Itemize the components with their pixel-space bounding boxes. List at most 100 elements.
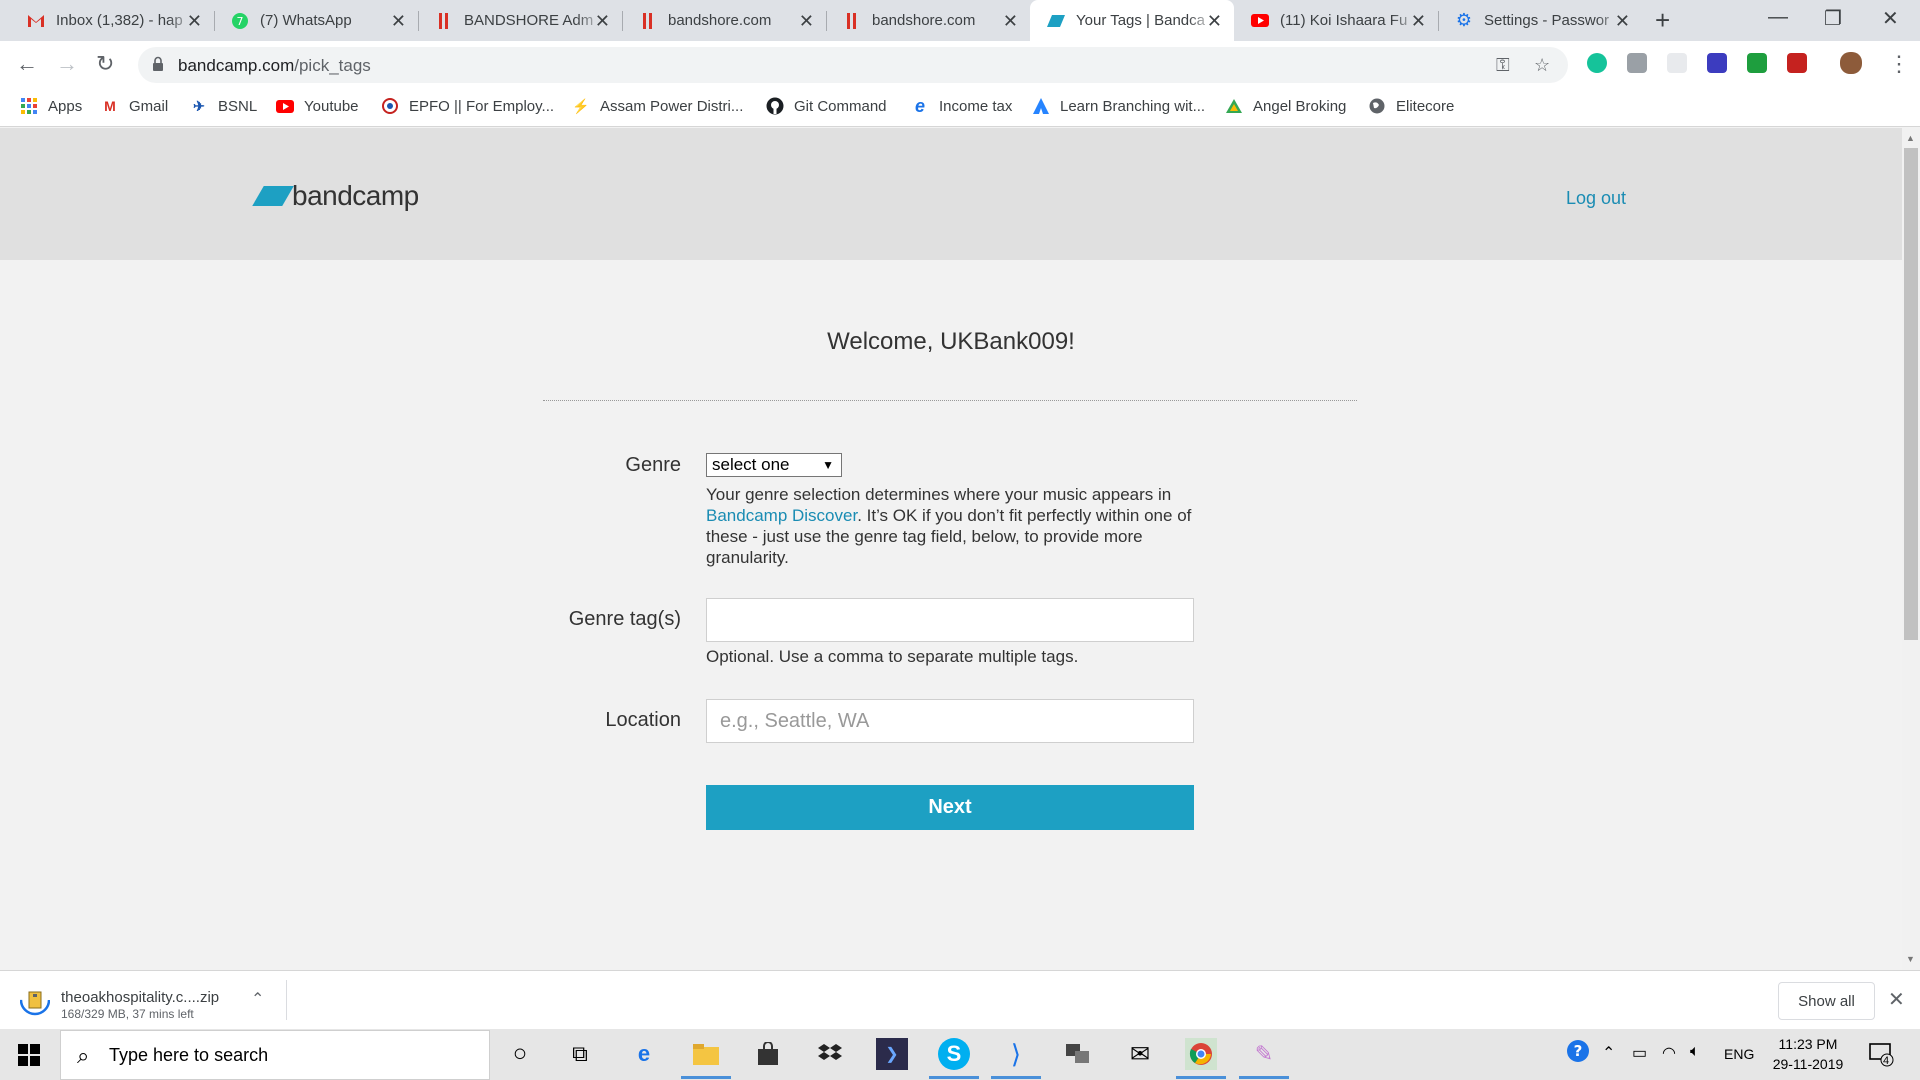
edge-icon[interactable]: e xyxy=(628,1038,660,1070)
clock[interactable]: 11:23 PM 29-11-2019 xyxy=(1768,1034,1848,1074)
show-all-button[interactable]: Show all xyxy=(1778,982,1875,1020)
file-explorer-icon[interactable] xyxy=(690,1038,722,1070)
bookmark-label: EPFO || For Employ... xyxy=(409,97,555,115)
tab-bandshore-1[interactable]: bandshore.com ✕ xyxy=(622,0,826,41)
close-icon[interactable]: ✕ xyxy=(1888,987,1905,1012)
powershell-icon[interactable]: ❯ xyxy=(876,1038,908,1070)
mail-icon[interactable]: ✉ xyxy=(1124,1038,1156,1070)
tab-your-tags[interactable]: Your Tags | Bandca ✕ xyxy=(1030,0,1234,41)
bookmark-income-tax[interactable]: e Income tax xyxy=(911,96,1012,116)
bookmark-assam-power[interactable]: ⚡ Assam Power Distri... xyxy=(572,97,743,115)
download-status: 168/329 MB, 37 mins left xyxy=(61,1007,194,1021)
windows-start-icon[interactable] xyxy=(18,1044,40,1066)
store-icon[interactable] xyxy=(752,1038,784,1070)
network-app-icon[interactable] xyxy=(1062,1038,1094,1070)
close-icon[interactable]: ✕ xyxy=(1615,12,1630,30)
chrome-icon[interactable] xyxy=(1185,1038,1217,1070)
bookmark-angel-broking[interactable]: Angel Broking xyxy=(1225,97,1346,115)
extension-icon[interactable] xyxy=(1667,53,1687,73)
chevron-up-icon[interactable]: ⌃ xyxy=(1602,1043,1615,1063)
tab-gmail[interactable]: Inbox (1,382) - hap ✕ xyxy=(10,0,214,41)
volume-icon[interactable]: 🔈︎ xyxy=(1690,1043,1700,1061)
bandcamp-logo-mark xyxy=(252,186,294,206)
key-icon[interactable]: ⚿ xyxy=(1496,55,1510,76)
new-tab-button[interactable]: + xyxy=(1655,7,1670,33)
url-host: bandcamp.com xyxy=(178,56,295,75)
star-icon[interactable]: ☆ xyxy=(1534,55,1550,76)
location-input[interactable] xyxy=(706,699,1194,743)
screen-recorder-icon[interactable] xyxy=(1707,53,1727,73)
divider xyxy=(286,980,287,1020)
bookmark-epfo[interactable]: EPFO || For Employ... xyxy=(381,97,554,115)
close-icon[interactable]: ✕ xyxy=(1207,12,1222,30)
tab-settings[interactable]: ⚙ Settings - Passwor ✕ xyxy=(1438,0,1642,41)
zip-file-icon[interactable] xyxy=(20,983,50,1017)
close-icon[interactable]: ✕ xyxy=(187,12,202,30)
close-icon[interactable]: ✕ xyxy=(595,12,610,30)
wifi-icon[interactable]: ◠ xyxy=(1662,1043,1676,1063)
camera-icon[interactable] xyxy=(1627,53,1647,73)
bookmark-gmail[interactable]: M Gmail xyxy=(101,97,168,115)
minimize-button[interactable]: — xyxy=(1768,6,1788,29)
bookmark-elitecore[interactable]: Elitecore xyxy=(1368,97,1454,115)
bookmark-learn-branching[interactable]: Learn Branching wit... xyxy=(1032,97,1205,115)
tab-youtube[interactable]: (11) Koi Ishaara Fu ✕ xyxy=(1234,0,1438,41)
logout-link[interactable]: Log out xyxy=(1566,188,1626,209)
tab-title: Inbox (1,382) - hap xyxy=(56,12,183,29)
taskbar-search[interactable]: ⌕ Type here to search xyxy=(60,1030,490,1080)
bookmark-label: Learn Branching wit... xyxy=(1060,97,1206,115)
dropbox-icon[interactable] xyxy=(814,1038,846,1070)
cortana-icon[interactable]: ○ xyxy=(504,1038,536,1070)
scroll-down-icon[interactable]: ▼ xyxy=(1906,954,1915,964)
genre-tags-input[interactable] xyxy=(706,598,1194,642)
youtube-icon xyxy=(276,97,294,115)
language-indicator[interactable]: ENG xyxy=(1724,1046,1754,1062)
url-path: /pick_tags xyxy=(294,56,371,75)
android-icon[interactable] xyxy=(1747,53,1767,73)
chevron-up-icon[interactable]: ⌃ xyxy=(251,989,264,1009)
address-bar[interactable]: bandcamp.com/pick_tags ⚿ ☆ xyxy=(138,47,1568,83)
skype-icon[interactable]: S xyxy=(938,1038,970,1070)
bookmarks-bar: Apps M Gmail ✈ BSNL Youtube EPFO || For … xyxy=(0,88,1920,127)
page-scrollbar[interactable]: ▲ ▼ xyxy=(1902,128,1920,970)
next-button[interactable]: Next xyxy=(706,785,1194,830)
close-icon[interactable]: ✕ xyxy=(1003,12,1018,30)
gmail-icon: M xyxy=(104,98,116,114)
task-view-icon[interactable]: ⧉ xyxy=(564,1038,596,1070)
tab-strip: Inbox (1,382) - hap ✕ 7 (7) WhatsApp ✕ B… xyxy=(0,0,1920,41)
forward-button[interactable]: → xyxy=(56,51,78,77)
vscode-icon[interactable]: ⟩ xyxy=(1000,1038,1032,1070)
bookmark-git-command[interactable]: Git Command xyxy=(766,97,887,115)
bookmark-youtube[interactable]: Youtube xyxy=(276,97,359,115)
paint-icon[interactable]: ✎ xyxy=(1248,1038,1280,1070)
tab-bandshore-admin[interactable]: BANDSHORE Adm ✕ xyxy=(418,0,622,41)
tab-whatsapp[interactable]: 7 (7) WhatsApp ✕ xyxy=(214,0,418,41)
avatar[interactable] xyxy=(1840,52,1862,74)
genre-select[interactable]: select one ▼ xyxy=(706,453,842,477)
scroll-up-icon[interactable]: ▲ xyxy=(1906,133,1915,143)
bandcamp-discover-link[interactable]: Bandcamp Discover xyxy=(706,506,857,525)
help-text-start: Your genre selection determines where yo… xyxy=(706,485,1172,504)
close-icon[interactable]: ✕ xyxy=(1411,12,1426,30)
dropdown-arrow-icon: ▼ xyxy=(822,458,834,472)
bookmark-apps[interactable]: Apps xyxy=(20,97,82,115)
close-icon[interactable]: ✕ xyxy=(799,12,814,30)
restore-button[interactable]: ❐ xyxy=(1824,6,1842,31)
download-file-name[interactable]: theoakhospitality.c....zip xyxy=(61,989,219,1006)
back-button[interactable]: ← xyxy=(16,51,38,77)
help-icon[interactable]: ? xyxy=(1566,1039,1590,1068)
media-icon[interactable] xyxy=(1787,53,1807,73)
close-icon[interactable]: ✕ xyxy=(391,12,406,30)
scrollbar-thumb[interactable] xyxy=(1904,148,1918,640)
window-close-button[interactable]: ✕ xyxy=(1882,6,1899,31)
tab-title: bandshore.com xyxy=(668,12,772,29)
grammarly-icon[interactable] xyxy=(1587,53,1607,73)
menu-icon[interactable]: ⋮ xyxy=(1888,51,1910,77)
genre-help-text: Your genre selection determines where yo… xyxy=(706,484,1196,568)
notifications-icon[interactable] xyxy=(1868,1041,1894,1072)
battery-icon[interactable]: ▭ xyxy=(1632,1043,1647,1063)
bandcamp-logo[interactable]: bandcamp xyxy=(252,180,419,212)
reload-button[interactable]: ↻ xyxy=(96,51,114,77)
tab-bandshore-2[interactable]: bandshore.com ✕ xyxy=(826,0,1030,41)
bookmark-bsnl[interactable]: ✈ BSNL xyxy=(190,97,257,115)
